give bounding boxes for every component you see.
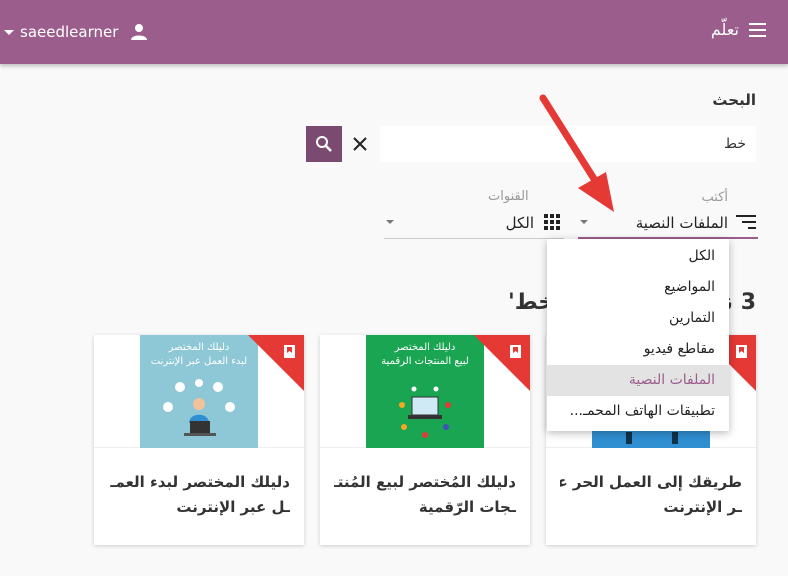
search-icon (316, 136, 332, 152)
bookmark-ribbon (474, 335, 530, 391)
menu-item-mobile-apps[interactable]: تطبيقات الهاتف المحمـ... (547, 396, 729, 427)
top-bar: saeedlearner تعلّم (0, 0, 788, 64)
brand-label: تعلّم (710, 20, 739, 39)
type-filter-label: أكتب (701, 190, 729, 205)
app-brand[interactable]: تعلّم (711, 20, 766, 39)
menu-item-videos[interactable]: مقاطع فيديو (547, 334, 729, 365)
search-bar (306, 126, 756, 162)
thumbnail-image: دليلك المختصر لبدء العمل عبر الإنترنت (140, 335, 258, 448)
card-title-line: ـجات الرّقمية (418, 498, 516, 516)
channel-filter-value: الكل (505, 214, 534, 232)
course-card[interactable]: دليلك المختصر لبدء العمل عبر الإنترنت دل… (94, 335, 304, 545)
menu-icon[interactable] (749, 22, 766, 37)
search-title: البحث (712, 91, 756, 109)
menu-item-all[interactable]: الكل (547, 241, 729, 272)
menu-item-topics[interactable]: المواضيع (547, 272, 729, 303)
card-title-line: طريقك إلى العمل الحر عبـ (560, 473, 742, 491)
thumbnail-text: دليلك المختصر (394, 342, 456, 353)
user-menu[interactable]: saeedlearner (4, 20, 148, 44)
card-title-line: ـل عبر الإنترنت (176, 498, 290, 516)
thumbnail-image: دليلك المختصر لبيع المنتجات الرقمية (366, 335, 484, 448)
clear-button[interactable] (346, 130, 374, 158)
person-illustration (163, 379, 235, 436)
type-filter-value: الملفات النصية (635, 214, 728, 232)
thumbnail-text: لبيع المنتجات الرقمية (381, 356, 469, 367)
laptop-illustration (399, 386, 451, 438)
caret-down-icon (4, 29, 14, 35)
card-thumbnail: دليلك المختصر لبيع المنتجات الرقمية (320, 335, 530, 448)
search-input[interactable] (380, 126, 756, 162)
username: saeedlearner (20, 23, 119, 41)
card-title-line: دليلك المُختصر لبيع المُنتـ (334, 473, 516, 491)
type-filter-menu: الكل المواضيع التمارين مقاطع فيديو الملف… (547, 239, 729, 431)
channel-filter-label: القنوات (488, 189, 529, 204)
card-title-line: دليلك المختصر لبدء العمـ (110, 473, 290, 491)
thumbnail-text: لبدء العمل عبر الإنترنت (150, 356, 248, 367)
bookmark-ribbon (248, 335, 304, 391)
card-title-line: ـر الإنترنت (663, 498, 742, 516)
card-title[interactable]: طريقك إلى العمل الحر عبـ ـر الإنترنت (560, 470, 742, 520)
type-filter-select[interactable]: الملفات النصية (578, 206, 758, 239)
course-card[interactable]: دليلك المختصر لبيع المنتجات الرقمية دليل… (320, 335, 530, 545)
chevron-down-icon (580, 220, 588, 224)
menu-item-documents[interactable]: الملفات النصية (547, 365, 729, 396)
filter-icon (736, 215, 756, 229)
card-thumbnail: دليلك المختصر لبدء العمل عبر الإنترنت (94, 335, 304, 448)
chevron-down-icon (386, 220, 394, 224)
close-icon (353, 137, 367, 151)
grid-icon (544, 214, 560, 230)
menu-item-exercises[interactable]: التمارين (547, 303, 729, 334)
channel-filter-select[interactable]: الكل (384, 206, 564, 239)
card-title[interactable]: دليلك المختصر لبدء العمـ ـل عبر الإنترنت (108, 470, 290, 520)
user-icon (131, 24, 148, 40)
search-button[interactable] (306, 126, 342, 162)
card-title[interactable]: دليلك المُختصر لبيع المُنتـ ـجات الرّقمي… (334, 470, 516, 520)
thumbnail-text: دليلك المختصر (168, 342, 230, 353)
